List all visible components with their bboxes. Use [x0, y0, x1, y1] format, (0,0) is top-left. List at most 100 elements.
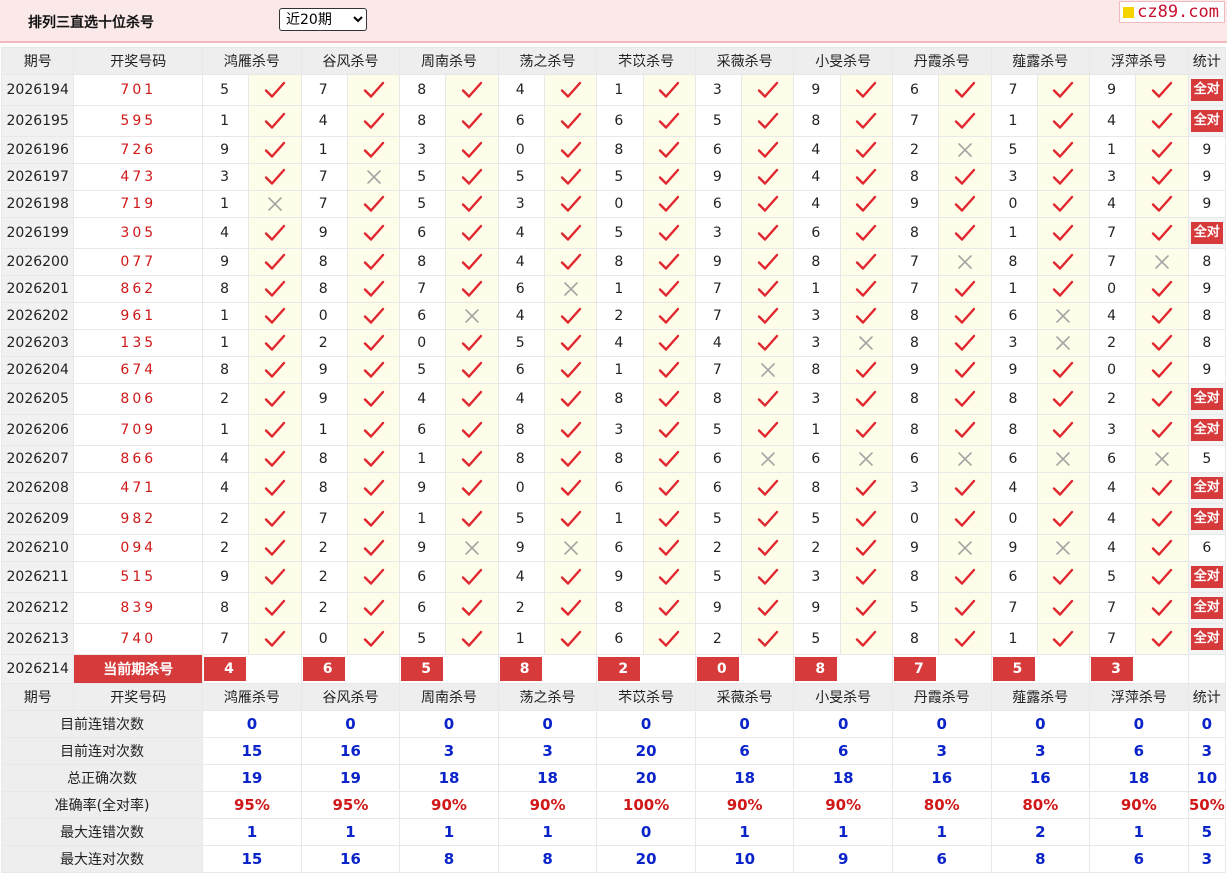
- result-cell: [741, 414, 795, 446]
- col-header-expert[interactable]: 谷风杀号: [300, 683, 401, 711]
- result-cell: [248, 136, 302, 164]
- col-header-expert[interactable]: 荡之杀号: [497, 47, 598, 75]
- result-cell: [1135, 248, 1189, 276]
- stats-row: 最大连错次数 1 1 1 1 0 1 1 1 2 1 5: [0, 818, 1227, 846]
- kill-number-cell: 5: [990, 136, 1038, 164]
- site-logo[interactable]: cz89.com: [1119, 1, 1225, 23]
- kill-number-cell: 7: [694, 302, 743, 330]
- check-icon: [855, 568, 877, 585]
- kill-number-cell: 0: [300, 302, 348, 330]
- stats-value: 100%: [596, 791, 696, 819]
- result-cell: [248, 356, 302, 384]
- cross-icon: [562, 540, 580, 556]
- check-icon: [855, 307, 877, 324]
- check-icon: [658, 510, 680, 527]
- kill-number-cell: 1: [300, 136, 348, 164]
- result-cell: [642, 74, 696, 106]
- kill-number-cell: 2: [891, 136, 940, 164]
- col-header-expert[interactable]: 周南杀号: [399, 683, 499, 711]
- col-header-expert[interactable]: 采薇杀号: [694, 683, 795, 711]
- result-cell: [1036, 414, 1091, 446]
- result-cell: [839, 248, 893, 276]
- stats-label: 准确率(全对率): [0, 791, 204, 819]
- check-icon: [855, 168, 877, 185]
- check-icon: [363, 195, 385, 212]
- col-header-expert[interactable]: 薤露杀号: [990, 47, 1091, 75]
- kill-number-cell: 6: [497, 356, 546, 384]
- header-row: 期号 开奖号码 鸿雁杀号 谷风杀号 周南杀号 荡之杀号 芣苡杀号 采薇杀号 小旻杀号 丹霞杀号 薤露…: [0, 47, 1227, 75]
- check-icon: [461, 630, 483, 647]
- result-cell: [839, 105, 893, 137]
- col-header-expert[interactable]: 浮萍杀号: [1089, 47, 1189, 75]
- check-icon: [1052, 599, 1074, 616]
- result-cell: [642, 561, 696, 593]
- check-icon: [1052, 280, 1074, 297]
- col-header-expert[interactable]: 芣苡杀号: [596, 47, 696, 75]
- result-cell: [445, 383, 499, 415]
- current-kill-cell: 8: [793, 654, 893, 684]
- col-header-expert[interactable]: 采薇杀号: [694, 47, 795, 75]
- col-header-expert[interactable]: 小旻杀号: [793, 47, 893, 75]
- col-header-expert[interactable]: 薤露杀号: [990, 683, 1091, 711]
- col-header-expert[interactable]: 鸿雁杀号: [202, 683, 302, 711]
- kill-number-cell: 2: [300, 329, 348, 357]
- kill-number-cell: 9: [793, 74, 841, 106]
- issue-cell: 2026207: [0, 445, 75, 473]
- draw-number-cell: 719: [73, 190, 204, 218]
- col-header-expert[interactable]: 丹霞杀号: [891, 683, 992, 711]
- col-header-expert[interactable]: 芣苡杀号: [596, 683, 696, 711]
- kill-number-cell: 0: [596, 190, 644, 218]
- cross-icon: [956, 142, 974, 158]
- stats-value: 15: [202, 845, 302, 873]
- col-header-expert[interactable]: 谷风杀号: [300, 47, 401, 75]
- kill-number-cell: 9: [300, 383, 348, 415]
- kill-number-cell: 9: [694, 248, 743, 276]
- stats-value: 1: [202, 818, 302, 846]
- check-icon: [560, 307, 582, 324]
- result-cell: [544, 414, 598, 446]
- result-cell: [544, 503, 598, 535]
- check-icon: [363, 141, 385, 158]
- result-cell: [839, 356, 893, 384]
- result-cell: [1135, 329, 1189, 357]
- draw-number-cell: 740: [73, 623, 204, 655]
- col-header-expert[interactable]: 小旻杀号: [793, 683, 893, 711]
- stats-value: 90%: [497, 791, 598, 819]
- check-icon: [1151, 630, 1173, 647]
- result-cell: [839, 275, 893, 303]
- result-cell: [1135, 472, 1189, 504]
- period-select[interactable]: 近20期: [279, 8, 367, 31]
- col-header-expert[interactable]: 周南杀号: [399, 47, 499, 75]
- check-icon: [658, 81, 680, 98]
- kill-number-cell: 7: [300, 163, 348, 191]
- issue-cell: 2026196: [0, 136, 75, 164]
- stats-value: 1: [793, 818, 893, 846]
- result-cell: [1036, 136, 1091, 164]
- col-header-draw: 开奖号码: [73, 47, 204, 75]
- check-icon: [1151, 568, 1173, 585]
- check-icon: [264, 81, 286, 98]
- stat-count-cell: 8: [1187, 302, 1227, 330]
- stats-value: 0: [1089, 710, 1189, 738]
- result-cell: [642, 248, 696, 276]
- current-kill-cell: 5: [990, 654, 1091, 684]
- col-header-expert[interactable]: 丹霞杀号: [891, 47, 992, 75]
- col-header-expert[interactable]: 鸿雁杀号: [202, 47, 302, 75]
- kill-number-cell: 1: [596, 503, 644, 535]
- check-icon: [560, 195, 582, 212]
- result-cell: [642, 534, 696, 562]
- check-icon: [954, 195, 976, 212]
- stats-value: 16: [300, 845, 401, 873]
- current-kill-badge: 0: [696, 657, 739, 681]
- kill-number-cell: 1: [202, 302, 250, 330]
- col-header-expert[interactable]: 荡之杀号: [497, 683, 598, 711]
- kill-number-cell: 7: [300, 190, 348, 218]
- stats-value: 16: [300, 737, 401, 765]
- kill-number-cell: 9: [202, 248, 250, 276]
- kill-number-cell: 6: [694, 190, 743, 218]
- check-icon: [1052, 421, 1074, 438]
- kill-number-cell: 6: [399, 302, 447, 330]
- check-icon: [757, 168, 779, 185]
- col-header-expert[interactable]: 浮萍杀号: [1089, 683, 1189, 711]
- stats-value: 1: [399, 818, 499, 846]
